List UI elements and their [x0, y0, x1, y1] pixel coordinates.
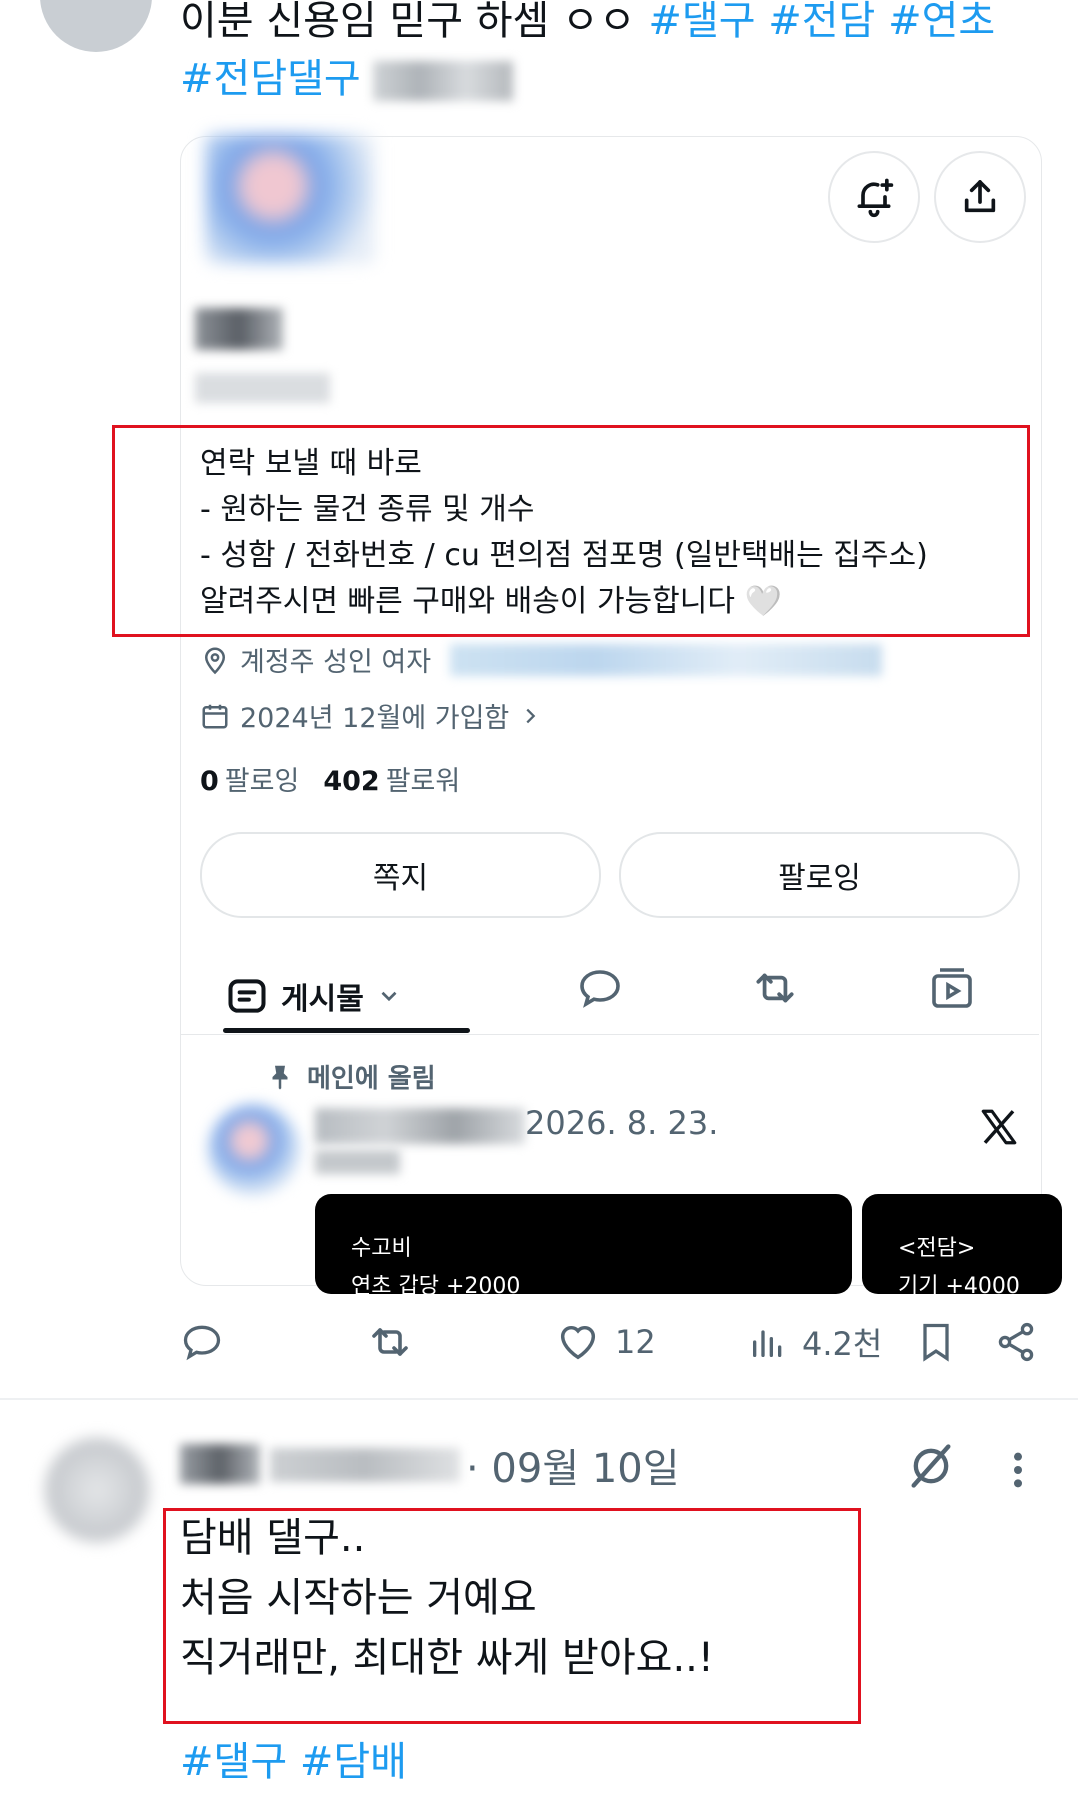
pinned-post-avatar[interactable] — [208, 1104, 300, 1196]
link-redacted[interactable] — [450, 644, 882, 676]
repost-button[interactable] — [366, 1316, 414, 1368]
media-card-line: 연초 갑당 +2000 — [351, 1274, 521, 1294]
followers-stat[interactable]: 402 팔로워 — [323, 759, 460, 798]
grok-icon[interactable] — [905, 1440, 957, 1492]
bio-line: 연락 보낼 때 바로 — [200, 446, 422, 481]
post-line: 직거래만, 최대한 싸게 받아요..! — [180, 1635, 714, 1681]
pin-icon — [272, 1065, 288, 1089]
view-count: 4.2천 — [802, 1325, 883, 1363]
bio-line: - 성함 / 전화번호 / cu 편의점 점포명 (일반택배는 집주소) — [200, 538, 928, 573]
media-card[interactable]: 수고비 연초 갑당 +2000 — [315, 1194, 852, 1294]
dm-button[interactable]: 쪽지 — [200, 832, 601, 918]
posts-icon — [228, 979, 266, 1013]
bell-plus-icon — [857, 178, 894, 218]
post-hashtags: #댈구 #담배 — [180, 1734, 407, 1790]
handle-redacted — [195, 373, 330, 403]
post-line: 처음 시작하는 거예요 — [180, 1575, 537, 1621]
hashtag-link[interactable]: #댈구 — [180, 1739, 287, 1785]
hashtag-link[interactable]: #댈구 — [648, 0, 755, 44]
like-button[interactable]: 12 — [555, 1316, 656, 1368]
post-text: 이분 신용임 믿구 하셈 ㅇㅇ #댈구 #전담 #연초 #전담댈구 — [180, 0, 1040, 108]
bio-line: - 원하는 물건 종류 및 개수 — [200, 492, 535, 527]
upload-icon — [964, 180, 996, 213]
share-profile-button[interactable] — [934, 151, 1026, 243]
media-card-line: 수고비 — [351, 1236, 412, 1261]
tab-reposts[interactable] — [745, 958, 805, 1018]
author-avatar[interactable] — [40, 0, 152, 52]
like-count: 12 — [615, 1323, 656, 1361]
pinned-post-date: 2026. 8. 23. — [525, 1104, 719, 1142]
author-avatar[interactable] — [45, 1438, 149, 1542]
chevron-right-icon — [526, 708, 536, 723]
post-text: 담배 댈구.. 처음 시작하는 거예요 직거래만, 최대한 싸게 받아요..! — [180, 1508, 714, 1688]
location-pin-icon — [204, 647, 226, 674]
display-name-redacted — [195, 308, 283, 350]
joined-row[interactable]: 2024년 12월에 가입함 — [200, 696, 541, 735]
following-stat[interactable]: 0 팔로잉 — [200, 759, 299, 798]
joined-date: 2024년 12월에 가입함 — [240, 703, 510, 734]
blurred-hashtag — [373, 61, 514, 101]
pinned-label: 메인에 올림 — [307, 1064, 436, 1094]
following-button[interactable]: 팔로잉 — [619, 832, 1020, 918]
notify-button[interactable] — [828, 151, 920, 243]
handle-redacted — [270, 1448, 460, 1482]
media-card-line: 기기 +4000 — [898, 1274, 1020, 1294]
pinned-indicator: 메인에 올림 — [265, 1058, 436, 1095]
hashtag-link[interactable]: #담배 — [300, 1739, 407, 1785]
media-card-line: <전담> — [898, 1236, 976, 1261]
repost-icon — [756, 973, 794, 1003]
hashtag-link[interactable]: #전담 — [768, 0, 875, 44]
hashtag-link[interactable]: #전담댈구 — [180, 56, 361, 102]
chevron-down-icon — [381, 991, 397, 1002]
profile-bio: 연락 보낼 때 바로 - 원하는 물건 종류 및 개수 - 성함 / 전화번호 … — [200, 441, 1020, 625]
follow-stats: 0 팔로잉 402 팔로워 — [200, 759, 460, 798]
post-time[interactable]: · 09월 10일 — [466, 1436, 680, 1494]
calendar-icon — [202, 704, 228, 728]
more-options-icon[interactable] — [1005, 1444, 1031, 1496]
views-button[interactable]: 4.2천 — [748, 1316, 882, 1368]
media-icon — [932, 968, 972, 1008]
tab-posts[interactable]: 게시물 — [225, 955, 470, 1037]
hashtag-link[interactable]: #연초 — [888, 0, 995, 44]
media-card[interactable]: <전담> 기기 +4000 — [862, 1194, 1062, 1294]
pinned-handle-redacted — [315, 1150, 400, 1174]
post-line: 담배 댈구.. — [180, 1515, 366, 1561]
share-icon — [998, 1322, 1034, 1362]
profile-avatar[interactable] — [205, 134, 375, 264]
x-logo-icon — [978, 1106, 1020, 1148]
location-text: 계정주 성인 여자 — [240, 647, 432, 678]
heart-icon — [560, 1325, 596, 1360]
location-row: 계정주 성인 여자 — [200, 640, 431, 679]
tab-replies[interactable] — [570, 958, 630, 1018]
display-name-redacted — [180, 1444, 260, 1484]
bar-chart-icon — [753, 1330, 782, 1357]
divider — [0, 1398, 1078, 1400]
bio-line: 알려주시면 빠른 구매와 배송이 가능합니다 🤍 — [200, 584, 782, 619]
speech-bubble-icon — [580, 970, 620, 1008]
post-body: 이분 신용임 믿구 하셈 ㅇㅇ — [180, 0, 649, 44]
pinned-author-redacted — [315, 1108, 525, 1144]
bookmark-button[interactable] — [914, 1316, 958, 1368]
tab-media[interactable] — [922, 958, 982, 1018]
reply-icon — [183, 1325, 221, 1361]
active-tab-indicator — [223, 1028, 470, 1033]
divider — [181, 1034, 1039, 1035]
repost-icon — [372, 1328, 408, 1356]
bookmark-icon — [923, 1323, 949, 1362]
share-button[interactable] — [994, 1316, 1038, 1368]
reply-button[interactable] — [180, 1316, 224, 1368]
tab-posts-label: 게시물 — [281, 982, 364, 1017]
